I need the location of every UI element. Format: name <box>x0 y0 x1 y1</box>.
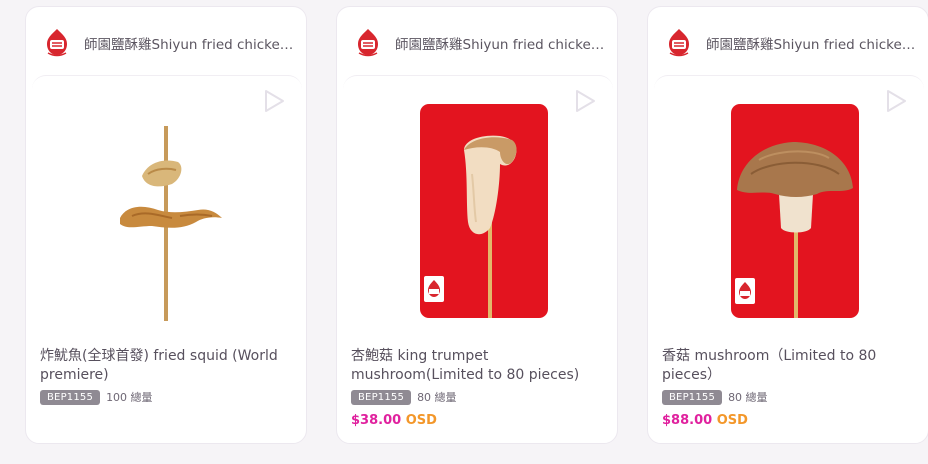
product-meta: BEP1155 80 總量 <box>662 389 768 405</box>
product-card-fried-squid[interactable]: 師園鹽酥雞Shiyun fried chicken ... 炸魷魚(全球首發) … <box>25 6 307 444</box>
product-media[interactable] <box>654 75 924 347</box>
product-quantity: 100 總量 <box>106 391 153 404</box>
product-title[interactable]: 炸魷魚(全球首發) fried squid (World premiere) <box>40 347 294 385</box>
fried-squid-image <box>120 126 222 321</box>
price-currency: OSD <box>716 413 748 428</box>
product-price: $38.00 OSD <box>351 413 437 428</box>
product-title[interactable]: 香菇 mushroom（Limited to 80 pieces） <box>662 347 916 385</box>
card-header: 師園鹽酥雞Shiyun fried chicken ... <box>40 23 296 63</box>
shop-name[interactable]: 師園鹽酥雞Shiyun fried chicken ... <box>395 33 607 53</box>
product-media[interactable] <box>32 75 302 347</box>
shop-logo-icon <box>358 29 378 57</box>
product-title[interactable]: 杏鮑菇 king trumpet mushroom(Limited to 80 … <box>351 347 605 385</box>
product-meta: BEP1155 100 總量 <box>40 389 153 405</box>
play-icon[interactable] <box>260 88 286 114</box>
price-currency: OSD <box>405 413 437 428</box>
mushroom-image <box>731 104 859 318</box>
product-quantity: 80 總量 <box>728 391 768 404</box>
card-header: 師園鹽酥雞Shiyun fried chicken ... <box>662 23 918 63</box>
shop-logo-icon <box>669 29 689 57</box>
product-media[interactable] <box>343 75 613 347</box>
product-meta: BEP1155 80 總量 <box>351 389 457 405</box>
play-icon[interactable] <box>571 88 597 114</box>
shop-name[interactable]: 師園鹽酥雞Shiyun fried chicken ... <box>706 33 918 53</box>
shop-name[interactable]: 師園鹽酥雞Shiyun fried chicken ... <box>84 33 296 53</box>
price-amount: $38.00 <box>351 413 402 428</box>
product-price: $88.00 OSD <box>662 413 748 428</box>
product-grid: 師園鹽酥雞Shiyun fried chicken ... 炸魷魚(全球首發) … <box>0 0 928 464</box>
product-code-badge: BEP1155 <box>662 389 723 405</box>
price-amount: $88.00 <box>662 413 713 428</box>
play-icon[interactable] <box>882 88 908 114</box>
product-code-badge: BEP1155 <box>351 389 412 405</box>
product-code-badge: BEP1155 <box>40 389 101 405</box>
card-header: 師園鹽酥雞Shiyun fried chicken ... <box>351 23 607 63</box>
product-card-mushroom[interactable]: 師園鹽酥雞Shiyun fried chicken ... 香菇 mushroo… <box>647 6 928 444</box>
product-card-king-trumpet-mushroom[interactable]: 師園鹽酥雞Shiyun fried chicken ... 杏鮑菇 king t… <box>336 6 618 444</box>
product-quantity: 80 總量 <box>417 391 457 404</box>
king-trumpet-mushroom-image <box>420 104 548 318</box>
shop-logo-icon <box>47 29 67 57</box>
